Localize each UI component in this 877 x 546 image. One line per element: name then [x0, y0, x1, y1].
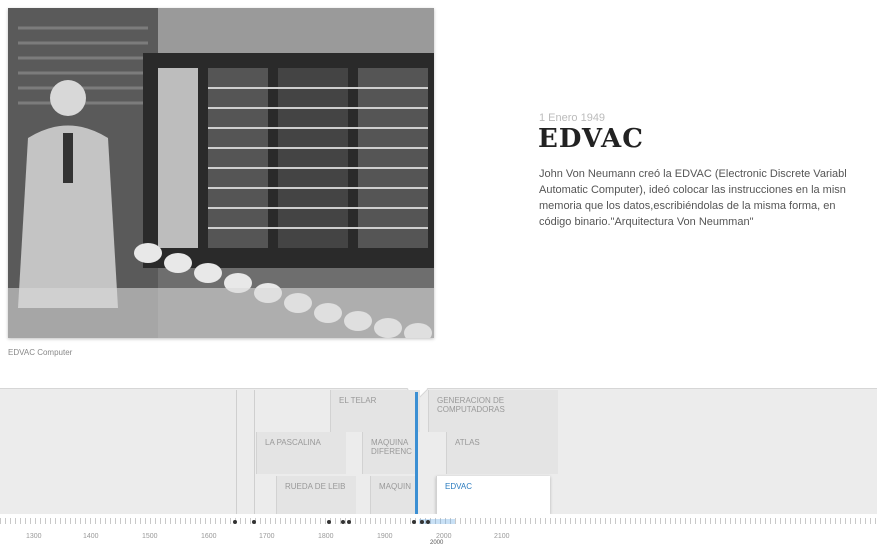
current-year-label: 2000	[430, 540, 444, 546]
year-label: 1600	[201, 533, 217, 540]
event-dot[interactable]	[341, 520, 345, 524]
year-label: 1900	[377, 533, 393, 540]
edvac-photo-illustration	[8, 8, 434, 338]
timeline-event-generacion[interactable]: GENERACION DE COMPUTADORAS	[428, 390, 558, 432]
year-label: 2000	[436, 533, 452, 540]
slide-date: 1 Enero 1949	[539, 112, 606, 124]
timeline-guide	[254, 390, 255, 514]
year-label: 2100	[494, 533, 510, 540]
event-dot[interactable]	[420, 520, 424, 524]
timeline-event-la-pascalina[interactable]: LA PASCALINA	[256, 432, 346, 474]
timeline-event-maquina-diferencial[interactable]: MAQUINA DIFERENC	[362, 432, 418, 474]
event-dot[interactable]	[327, 520, 331, 524]
timeline-event-atlas[interactable]: ATLAS	[446, 432, 558, 474]
slide-title: EDVAC	[538, 124, 644, 154]
year-label: 1700	[259, 533, 275, 540]
year-label: 1500	[142, 533, 158, 540]
timeline-current-marker	[415, 392, 418, 524]
edvac-photo	[8, 8, 434, 338]
year-label: 1800	[318, 533, 334, 540]
event-dot[interactable]	[347, 520, 351, 524]
timeline-event-el-telar[interactable]: EL TELAR	[330, 390, 420, 432]
year-label: 1400	[83, 533, 99, 540]
year-label: 1300	[26, 533, 42, 540]
event-dot[interactable]	[233, 520, 237, 524]
event-dot[interactable]	[426, 520, 430, 524]
photo-caption: EDVAC Computer	[8, 348, 73, 357]
timeline-guide	[236, 390, 237, 514]
event-dot[interactable]	[412, 520, 416, 524]
event-dot[interactable]	[252, 520, 256, 524]
timeline-event-edvac[interactable]: EDVAC	[436, 476, 550, 514]
timeline-event-rueda-de-leibniz[interactable]: RUEDA DE LEIB	[276, 476, 356, 514]
timeline-event-maquina[interactable]: MAQUIN	[370, 476, 416, 514]
timeline-slider-handle[interactable]	[419, 519, 455, 524]
slide-description: John Von Neumann creó la EDVAC (Electron…	[539, 168, 847, 228]
